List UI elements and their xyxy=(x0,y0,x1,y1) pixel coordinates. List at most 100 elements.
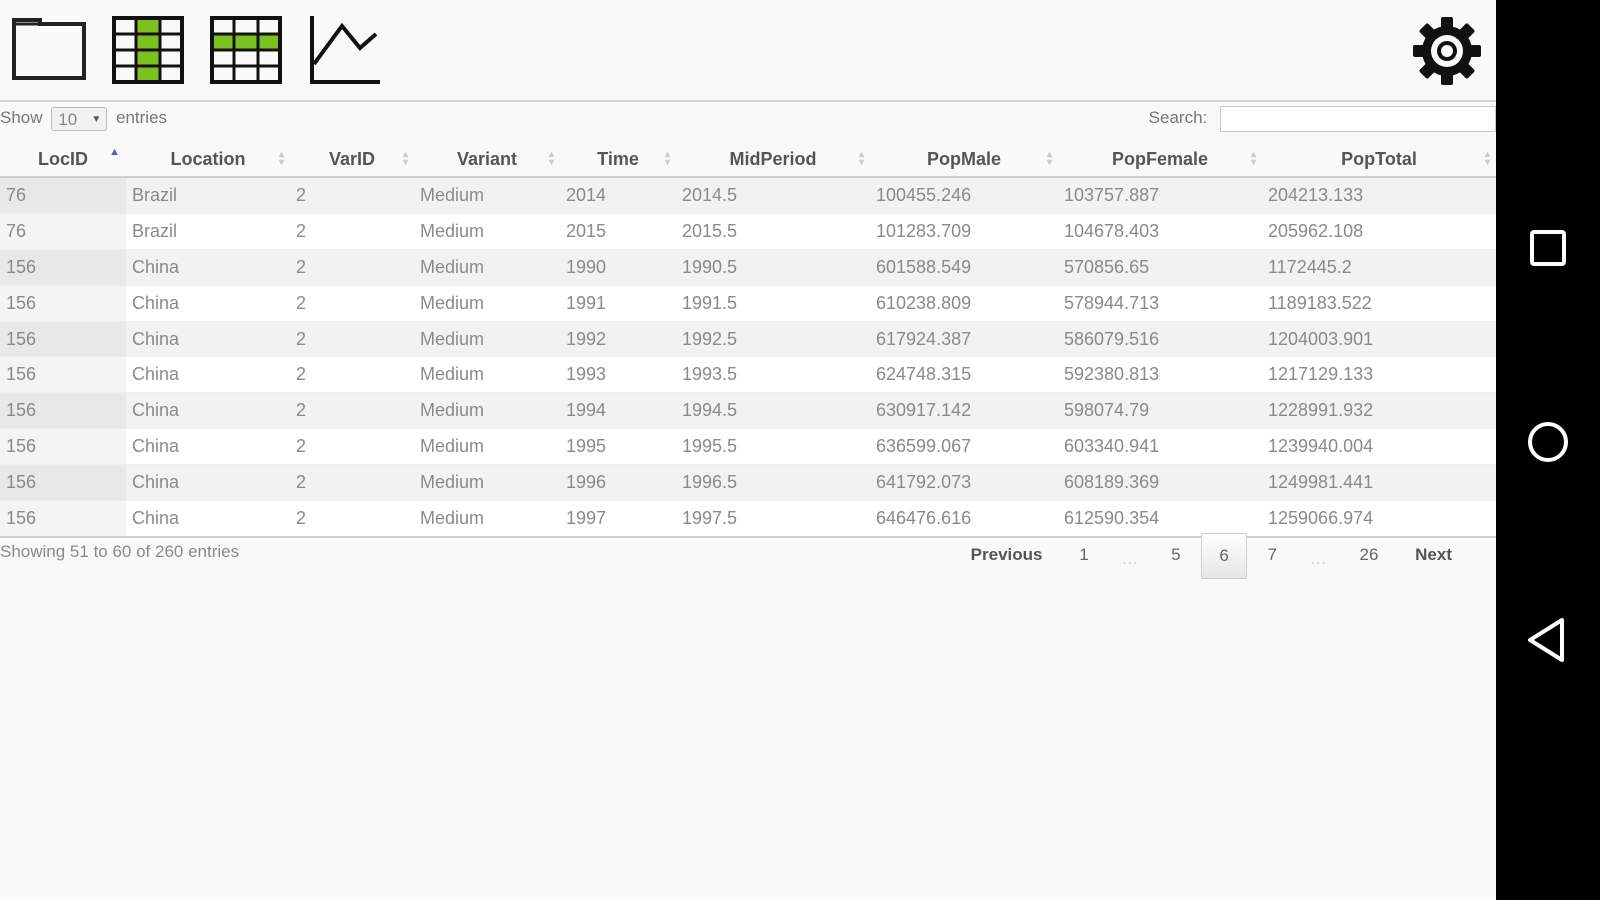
table-row[interactable]: 156 China 2 Medium 1992 1992.5 617924.387 58607… xyxy=(0,320,1496,357)
cell-popfemale: 586079.516 xyxy=(1058,320,1262,357)
toolbar xyxy=(0,0,1496,102)
cell-popfemale: 592380.813 xyxy=(1058,356,1262,393)
recent-apps-icon[interactable] xyxy=(1520,220,1576,276)
table-row[interactable]: 156 China 2 Medium 1991 1991.5 610238.809 57894… xyxy=(0,284,1496,322)
table-green-columns-icon[interactable] xyxy=(110,14,186,86)
page-button-6-current[interactable]: 6 xyxy=(1201,533,1247,579)
cell-varid: 2 xyxy=(290,428,414,465)
cell-popfemale: 104678.403 xyxy=(1058,212,1262,250)
page-button-26[interactable]: 26 xyxy=(1343,533,1394,577)
cell-location: China xyxy=(126,320,290,357)
cell-popmale: 610238.809 xyxy=(870,284,1058,322)
table-row[interactable]: 156 China 2 Medium 1997 1997.5 646476.616 61259… xyxy=(0,500,1496,538)
cell-time: 2015 xyxy=(560,212,676,250)
table-green-rows-icon[interactable] xyxy=(208,14,284,86)
column-header-label: PopMale xyxy=(926,148,1001,169)
cell-poptotal: 1189183.522 xyxy=(1262,284,1496,322)
cell-location: China xyxy=(126,392,290,429)
sort-both-icon: ▴ ▾ xyxy=(1250,149,1256,168)
cell-popmale: 630917.142 xyxy=(870,392,1058,429)
cell-location: China xyxy=(126,284,290,322)
table-row[interactable]: 156 China 2 Medium 1995 1995.5 636599.067 60334… xyxy=(0,428,1496,465)
line-chart-icon[interactable] xyxy=(306,14,382,86)
table-row[interactable]: 76 Brazil 2 Medium 2014 2014.5 100455.246 10375… xyxy=(0,176,1496,214)
cell-midperiod: 1997.5 xyxy=(676,500,870,538)
cell-variant: Medium xyxy=(414,392,560,429)
cell-varid: 2 xyxy=(290,392,414,429)
cell-varid: 2 xyxy=(290,212,414,250)
search-input[interactable] xyxy=(1220,105,1496,132)
cell-variant: Medium xyxy=(414,464,560,501)
column-header-popfemale[interactable]: PopFemale ▴ ▾ xyxy=(1058,142,1262,178)
page-button-1[interactable]: 1 xyxy=(1063,533,1104,577)
cell-variant: Medium xyxy=(414,356,560,393)
cell-variant: Medium xyxy=(414,212,560,250)
cell-poptotal: 205962.108 xyxy=(1262,212,1496,250)
folder-icon[interactable] xyxy=(10,14,86,86)
next-button[interactable]: Next xyxy=(1399,533,1468,577)
page-length-control: Show 10 ▼ entries xyxy=(0,104,167,132)
column-header-time[interactable]: Time ▴ ▾ xyxy=(560,142,676,178)
cell-midperiod: 1993.5 xyxy=(676,356,870,393)
cell-popmale: 601588.549 xyxy=(870,248,1058,286)
data-table: LocID ▲ Location ▴ ▾ VarID ▴ ▾ Variant ▴ ▾ Time ▴ ▾ Mi… xyxy=(0,142,1496,538)
cell-poptotal: 1249981.441 xyxy=(1262,464,1496,501)
cell-location: China xyxy=(126,356,290,393)
table-row[interactable]: 156 China 2 Medium 1993 1993.5 624748.315 59238… xyxy=(0,356,1496,393)
page-button-5[interactable]: 5 xyxy=(1155,533,1196,577)
page-length-value: 10 xyxy=(58,109,78,129)
cell-poptotal: 1259066.974 xyxy=(1262,500,1496,538)
column-header-popmale[interactable]: PopMale ▴ ▾ xyxy=(870,142,1058,178)
cell-time: 1991 xyxy=(560,284,676,322)
cell-poptotal: 1239940.004 xyxy=(1262,428,1496,465)
column-header-variant[interactable]: Variant ▴ ▾ xyxy=(414,142,560,178)
sort-both-icon: ▴ ▾ xyxy=(1046,149,1052,168)
column-header-label: Location xyxy=(170,148,246,169)
pagination-ellipsis: … xyxy=(1309,549,1327,568)
cell-time: 1992 xyxy=(560,320,676,357)
cell-locid: 156 xyxy=(0,284,126,322)
table-body: 76 Brazil 2 Medium 2014 2014.5 100455.246 10375… xyxy=(0,176,1496,538)
dropdown-arrow-icon: ▼ xyxy=(91,113,102,125)
sort-both-icon: ▴ ▾ xyxy=(1484,149,1490,168)
page-button-7[interactable]: 7 xyxy=(1252,533,1293,577)
cell-locid: 156 xyxy=(0,392,126,429)
column-header-midperiod[interactable]: MidPeriod ▴ ▾ xyxy=(676,142,870,178)
previous-button[interactable]: Previous xyxy=(955,533,1059,577)
home-icon[interactable] xyxy=(1520,414,1576,470)
column-header-locid[interactable]: LocID ▲ xyxy=(0,142,126,178)
pagination-ellipsis: … xyxy=(1121,549,1139,568)
cell-midperiod: 1992.5 xyxy=(676,320,870,357)
table-controls: Show 10 ▼ entries Search: xyxy=(0,104,1496,134)
cell-popfemale: 612590.354 xyxy=(1058,500,1262,538)
cell-variant: Medium xyxy=(414,176,560,214)
cell-time: 1994 xyxy=(560,392,676,429)
column-header-label: Time xyxy=(597,148,639,169)
table-row[interactable]: 156 China 2 Medium 1996 1996.5 641792.073 60818… xyxy=(0,464,1496,501)
cell-locid: 156 xyxy=(0,464,126,501)
column-header-varid[interactable]: VarID ▴ ▾ xyxy=(290,142,414,178)
show-label: Show xyxy=(0,108,43,127)
column-header-location[interactable]: Location ▴ ▾ xyxy=(126,142,290,178)
column-header-poptotal[interactable]: PopTotal ▴ ▾ xyxy=(1262,142,1496,178)
column-header-label: PopFemale xyxy=(1111,148,1209,169)
cell-time: 1995 xyxy=(560,428,676,465)
back-icon[interactable] xyxy=(1520,612,1576,668)
column-header-label: VarID xyxy=(328,148,376,169)
sort-both-icon: ▴ ▾ xyxy=(402,149,408,168)
cell-time: 2014 xyxy=(560,176,676,214)
table-row[interactable]: 156 China 2 Medium 1990 1990.5 601588.549 57085… xyxy=(0,248,1496,286)
cell-midperiod: 1990.5 xyxy=(676,248,870,286)
column-header-label: Variant xyxy=(456,148,518,169)
table-row[interactable]: 156 China 2 Medium 1994 1994.5 630917.142 59807… xyxy=(0,392,1496,429)
cell-popfemale: 608189.369 xyxy=(1058,464,1262,501)
cell-locid: 156 xyxy=(0,500,126,538)
gear-icon[interactable] xyxy=(1408,12,1486,90)
table-row[interactable]: 76 Brazil 2 Medium 2015 2015.5 101283.709 10467… xyxy=(0,212,1496,250)
cell-popfemale: 578944.713 xyxy=(1058,284,1262,322)
column-header-label: LocID xyxy=(37,148,88,169)
sort-both-icon: ▴ ▾ xyxy=(664,149,670,168)
search-label: Search: xyxy=(1148,108,1208,127)
page-length-select[interactable]: 10 ▼ xyxy=(51,106,108,131)
cell-popmale: 100455.246 xyxy=(870,176,1058,214)
